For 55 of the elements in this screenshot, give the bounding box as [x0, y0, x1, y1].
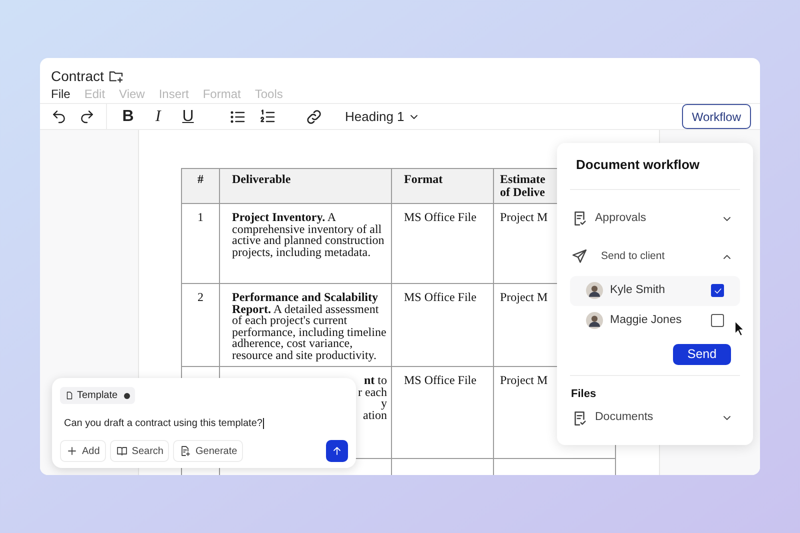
- avatar: [586, 312, 603, 329]
- send-button[interactable]: Send: [673, 344, 731, 364]
- paper-plane-icon: [571, 248, 588, 265]
- recipient-name: Kyle Smith: [610, 282, 665, 298]
- cursor-icon: [734, 320, 745, 337]
- template-chip[interactable]: Template: [60, 387, 135, 404]
- generate-button[interactable]: Generate: [173, 440, 244, 462]
- table-cell-text: y: [381, 398, 387, 410]
- workflow-button[interactable]: Workflow: [682, 104, 751, 129]
- table-cell-text: Project Inventory. A comprehensive inventory of all active and planned construction projects, including metadata.: [232, 212, 386, 258]
- add-button[interactable]: Add: [60, 440, 106, 462]
- table-cell-text: 1: [196, 212, 204, 224]
- avatar: [586, 282, 603, 299]
- italic-button[interactable]: I: [149, 104, 167, 128]
- table-cell-text: nt to: [364, 375, 387, 386]
- arrow-up-icon: [331, 445, 343, 457]
- menu-item[interactable]: File: [51, 85, 70, 103]
- document-title: Contract: [51, 66, 104, 86]
- table-cell-text: Performance and Scalability Report. A detailed assessment of each project's current performance, including timeline adherence, cost variance, resource and site productivity.: [232, 292, 387, 361]
- underline-button[interactable]: U: [179, 104, 197, 128]
- send-message-button[interactable]: [326, 440, 348, 462]
- table-cell-text: ation: [363, 410, 387, 421]
- heading-dropdown[interactable]: Heading 1: [345, 106, 420, 126]
- book-icon: [116, 445, 128, 457]
- section-header[interactable]: Approvals: [570, 200, 740, 238]
- document-add-icon: [179, 445, 192, 457]
- column-header: Format: [404, 173, 444, 186]
- search-button[interactable]: Search: [110, 440, 170, 462]
- remove-icon[interactable]: [124, 392, 130, 398]
- panel-title: Document workflow: [570, 155, 740, 190]
- section-heading: Files: [570, 386, 598, 402]
- table-cell-text: 2: [196, 292, 204, 304]
- undo-icon: [51, 108, 67, 125]
- bold-button[interactable]: B: [119, 104, 137, 128]
- checkbox[interactable]: [711, 314, 724, 327]
- column-header: Deliverable: [232, 173, 292, 186]
- redo-icon: [79, 108, 95, 125]
- message-input[interactable]: Can you draft a contract using this template?: [60, 416, 348, 431]
- section-header[interactable]: Send to client: [570, 238, 740, 276]
- table-cell-text: MS Office File: [404, 212, 478, 224]
- table-cell-text: r each: [358, 386, 387, 398]
- document-icon: [65, 391, 74, 400]
- column-header: Estimate of Delive: [500, 173, 546, 199]
- table-cell-text: Project M: [500, 292, 548, 304]
- files-item[interactable]: Documents: [595, 409, 654, 427]
- table-cell-text: Project M: [500, 375, 548, 386]
- check-icon: [712, 286, 722, 296]
- plus-icon: [66, 445, 78, 457]
- table-cell-text: Project M: [500, 212, 548, 224]
- link-icon: [305, 108, 323, 126]
- table-cell-text: MS Office File: [404, 375, 478, 386]
- table-cell-text: MS Office File: [404, 292, 478, 304]
- column-header: #: [196, 173, 204, 186]
- checkbox[interactable]: [711, 284, 724, 297]
- recipient-name: Maggie Jones: [610, 312, 682, 328]
